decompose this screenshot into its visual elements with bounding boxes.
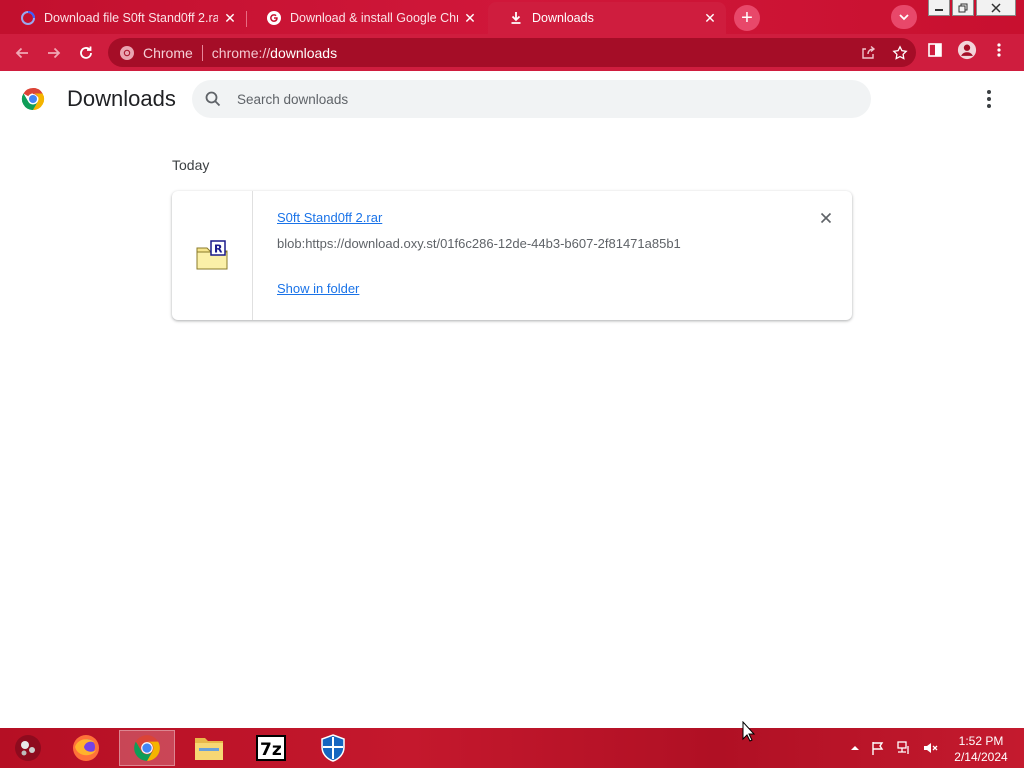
tab-download-file[interactable]: Download file S0ft Stand0ff 2.rar ✕ (0, 2, 246, 34)
star-icon (892, 45, 908, 60)
tab-title: Download file S0ft Stand0ff 2.rar (44, 11, 218, 25)
taskbar-clock[interactable]: 1:52 PM 2/14/2024 (944, 733, 1018, 765)
reload-button[interactable] (72, 39, 100, 67)
profile-button[interactable] (957, 40, 977, 60)
restore-icon (958, 3, 968, 12)
more-vert-icon (987, 90, 991, 94)
search-input[interactable] (237, 91, 797, 107)
google-icon (267, 11, 281, 25)
browser-toolbar: Chrome chrome://downloads (0, 34, 1024, 71)
share-icon (862, 45, 876, 59)
chrome-site-icon (120, 45, 134, 60)
shield-icon (321, 734, 345, 762)
omnibox-actions (858, 43, 910, 63)
taskbar-7zip[interactable]: 7z (243, 730, 299, 766)
taskbar-file-explorer[interactable] (181, 730, 237, 766)
svg-text:R: R (214, 242, 223, 255)
tab-title: Downloads (532, 11, 594, 25)
tab-strip: Download file S0ft Stand0ff 2.rar ✕ Down… (0, 0, 1024, 34)
reload-icon (80, 46, 92, 59)
svg-text:7z: 7z (260, 740, 282, 760)
rar-archive-icon: R (196, 239, 228, 269)
network-icon[interactable] (896, 740, 912, 756)
clock-time: 1:52 PM (958, 734, 1004, 748)
chrome-icon (134, 735, 160, 761)
taskbar-security[interactable] (305, 730, 361, 766)
download-icon (511, 12, 521, 24)
file-source-url: blob:https://download.oxy.st/01f6c286-12… (277, 236, 681, 251)
downloads-header: Downloads (0, 71, 1024, 127)
search-bar[interactable] (192, 80, 871, 118)
omnibox-separator (201, 44, 203, 61)
arrow-right-icon (48, 47, 61, 59)
start-button[interactable] (0, 730, 56, 766)
chrome-logo-icon (21, 87, 45, 110)
browser-menu-button[interactable] (989, 40, 1009, 60)
tab-search-button[interactable] (891, 5, 917, 29)
taskbar-chrome[interactable] (119, 730, 175, 766)
new-tab-button[interactable]: + (734, 5, 760, 31)
address-bar[interactable]: Chrome chrome://downloads (108, 38, 916, 67)
volume-muted-icon[interactable] (922, 740, 938, 756)
taskbar-firefox[interactable] (58, 730, 114, 766)
forward-button[interactable] (40, 39, 68, 67)
remove-download-button[interactable] (816, 208, 836, 228)
page-title: Downloads (67, 86, 176, 111)
restore-button[interactable] (952, 0, 974, 16)
show-in-folder-link[interactable]: Show in folder (277, 281, 359, 296)
close-tab-icon[interactable]: ✕ (702, 10, 718, 26)
close-icon (820, 212, 832, 224)
tab-install-chrome[interactable]: Download & install Google Chrome ✕ (246, 2, 486, 34)
loading-spinner-icon (21, 11, 35, 25)
system-tray (850, 740, 938, 756)
minimize-button[interactable] (928, 0, 950, 16)
file-name-link[interactable]: S0ft Stand0ff 2.rar (277, 210, 382, 225)
start-orb-icon (15, 735, 41, 761)
tab-downloads[interactable]: Downloads ✕ (488, 2, 726, 34)
download-item: R S0ft Stand0ff 2.rar blob:https://downl… (172, 191, 852, 320)
7zip-icon: 7z (256, 735, 286, 761)
site-chip: Chrome (143, 44, 193, 61)
side-panel-button[interactable] (925, 40, 945, 60)
date-heading: Today (172, 157, 210, 173)
side-panel-icon (928, 43, 942, 57)
downloads-menu-button[interactable] (979, 89, 999, 109)
search-icon (205, 91, 221, 107)
close-tab-icon[interactable]: ✕ (462, 10, 478, 26)
window-controls (928, 0, 1016, 16)
close-tab-icon[interactable]: ✕ (222, 10, 238, 26)
toolbar-right (925, 40, 1009, 60)
folder-icon (195, 738, 223, 760)
url-text: chrome://downloads (211, 44, 338, 61)
chevron-down-icon (899, 14, 909, 21)
minimize-icon (935, 8, 943, 11)
close-window-button[interactable] (976, 0, 1016, 16)
tab-title: Download & install Google Chrome (290, 11, 458, 25)
arrow-left-icon (15, 47, 28, 59)
file-icon-column: R (172, 191, 253, 320)
close-icon (991, 2, 1001, 13)
clock-date: 2/14/2024 (954, 750, 1008, 764)
back-button[interactable] (8, 39, 36, 67)
more-vert-icon (997, 43, 1001, 57)
firefox-icon (73, 735, 99, 761)
mouse-cursor-icon (742, 721, 756, 742)
bookmark-button[interactable] (890, 43, 910, 63)
avatar-icon (957, 40, 977, 60)
share-button[interactable] (858, 43, 878, 63)
action-center-flag-icon[interactable] (870, 740, 886, 756)
taskbar: 7z 1:52 PM 2/14/2024 (0, 728, 1024, 768)
show-hidden-icons-icon[interactable] (850, 743, 860, 753)
